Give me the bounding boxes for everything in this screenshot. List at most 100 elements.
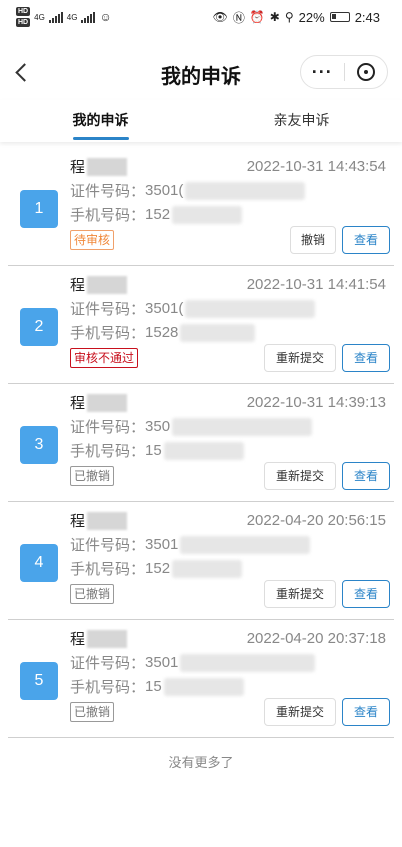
status-badge: 已撤销 <box>70 466 115 486</box>
status-badge: 审核不通过 <box>70 348 139 368</box>
clock: 2:43 <box>354 9 380 25</box>
applicant-name: 程 <box>70 510 128 531</box>
applicant-name-text: 程 <box>70 631 86 648</box>
phone-number-row: 手机号码： 152 <box>70 558 243 579</box>
applicant-name: 程 <box>70 274 128 295</box>
id-number-label: 证件号码： <box>70 655 146 672</box>
resubmit-button[interactable]: 重新提交 <box>264 698 336 726</box>
applicant-name: 程 <box>70 628 128 649</box>
id-number-value: 350 <box>145 418 171 435</box>
signal-icon <box>81 11 96 23</box>
tab-bar: 我的申诉 亲友申诉 <box>0 100 402 142</box>
phone-number-row: 手机号码： 152 <box>70 204 243 225</box>
nav-bar: 我的申诉 ··· <box>0 44 402 100</box>
status-right: 👁 Ⓝ ⏰ ✱ ⚲ 22% 2:43 <box>213 9 380 26</box>
phone-number-value: 15 <box>145 678 162 695</box>
list-item[interactable]: 2 程 2022-10-31 14:41:54 证件号码： 3501( 手机号码… <box>8 266 394 384</box>
id-number-row: 证件号码： 350 <box>70 416 313 437</box>
submit-time: 2022-04-20 20:56:15 <box>246 512 386 529</box>
app-notification-icon: ☺ <box>99 9 112 24</box>
submit-time: 2022-04-20 20:37:18 <box>246 630 386 647</box>
item-index: 1 <box>20 190 58 228</box>
status-badge: 已撤销 <box>70 702 115 722</box>
redacted-mask <box>87 511 128 530</box>
redacted-mask <box>180 323 256 342</box>
list-item[interactable]: 4 程 2022-04-20 20:56:15 证件号码： 3501 手机号码：… <box>8 502 394 620</box>
item-index: 5 <box>20 662 58 700</box>
alarm-icon: ⏰ <box>249 10 265 24</box>
more-icon[interactable]: ··· <box>301 62 344 83</box>
resubmit-button[interactable]: 重新提交 <box>264 344 336 372</box>
view-button[interactable]: 查看 <box>342 580 390 608</box>
revoke-button[interactable]: 撤销 <box>290 226 336 254</box>
list-end-text: 没有更多了 <box>168 755 234 770</box>
phone-number-label: 手机号码： <box>70 443 146 460</box>
resubmit-button[interactable]: 重新提交 <box>264 462 336 490</box>
status-left: HD HD 4G 4G ☺ <box>16 7 112 27</box>
list-item[interactable]: 5 程 2022-04-20 20:37:18 证件号码： 3501 手机号码：… <box>8 620 394 738</box>
close-icon[interactable] <box>344 63 387 81</box>
id-number-label: 证件号码： <box>70 537 146 554</box>
network-label: 4G <box>66 12 78 22</box>
mini-program-capsule: ··· <box>300 55 388 89</box>
network-label: 4G <box>34 12 45 22</box>
redacted-mask <box>180 653 316 672</box>
phone-number-row: 手机号码： 1528 <box>70 322 256 343</box>
phone-number-label: 手机号码： <box>70 325 146 342</box>
location-icon: ⚲ <box>284 10 294 24</box>
redacted-mask <box>87 275 128 294</box>
submit-time: 2022-10-31 14:39:13 <box>246 394 386 411</box>
phone-number-row: 手机号码： 15 <box>70 440 244 461</box>
bluetooth-icon: ✱ <box>269 10 280 24</box>
resubmit-button[interactable]: 重新提交 <box>264 580 336 608</box>
item-index: 2 <box>20 308 58 346</box>
tab-family-appeals[interactable]: 亲友申诉 <box>201 100 402 142</box>
phone-number-label: 手机号码： <box>70 561 146 578</box>
applicant-name: 程 <box>70 156 128 177</box>
item-index: 4 <box>20 544 58 582</box>
submit-time: 2022-10-31 14:43:54 <box>246 158 386 175</box>
redacted-mask <box>163 677 244 696</box>
list-item[interactable]: 1 程 2022-10-31 14:43:54 证件号码： 3501( 手机号码… <box>8 148 394 266</box>
phone-number-value: 152 <box>145 206 171 223</box>
status-bar: HD HD 4G 4G ☺ 👁 Ⓝ ⏰ ✱ ⚲ 22% 2:43 <box>0 0 402 34</box>
hd-badge: HD <box>16 18 31 27</box>
list-item[interactable]: 3 程 2022-10-31 14:39:13 证件号码： 350 手机号码： … <box>8 384 394 502</box>
view-button[interactable]: 查看 <box>342 226 390 254</box>
redacted-mask <box>172 417 313 436</box>
phone-number-value: 152 <box>145 560 171 577</box>
redacted-mask <box>87 157 128 176</box>
item-index: 3 <box>20 426 58 464</box>
id-number-value: 3501( <box>145 300 184 317</box>
view-button[interactable]: 查看 <box>342 698 390 726</box>
applicant-name-text: 程 <box>70 395 86 412</box>
battery-icon <box>329 12 350 22</box>
id-number-row: 证件号码： 3501( <box>70 180 306 201</box>
applicant-name-text: 程 <box>70 277 86 294</box>
phone-number-row: 手机号码： 15 <box>70 676 244 697</box>
view-button[interactable]: 查看 <box>342 462 390 490</box>
signal-icon <box>48 11 63 23</box>
applicant-name-text: 程 <box>70 513 86 530</box>
id-number-label: 证件号码： <box>70 301 146 318</box>
battery-percent: 22% <box>298 9 325 25</box>
eye-icon: 👁 <box>212 10 228 24</box>
id-number-value: 3501 <box>145 536 179 553</box>
redacted-mask <box>172 205 243 224</box>
hd-badge: HD <box>16 7 31 16</box>
submit-time: 2022-10-31 14:41:54 <box>246 276 386 293</box>
view-button[interactable]: 查看 <box>342 344 390 372</box>
redacted-mask <box>87 629 128 648</box>
nfc-icon: Ⓝ <box>232 10 245 25</box>
appeal-list: 1 程 2022-10-31 14:43:54 证件号码： 3501( 手机号码… <box>0 148 402 738</box>
applicant-name-text: 程 <box>70 159 86 176</box>
status-badge: 已撤销 <box>70 584 115 604</box>
redacted-mask <box>163 441 244 460</box>
phone-number-value: 1528 <box>145 324 179 341</box>
id-number-label: 证件号码： <box>70 183 146 200</box>
tab-my-appeals[interactable]: 我的申诉 <box>0 100 201 142</box>
id-number-label: 证件号码： <box>70 419 146 436</box>
id-number-value: 3501( <box>145 182 184 199</box>
applicant-name: 程 <box>70 392 128 413</box>
id-number-row: 证件号码： 3501 <box>70 534 311 555</box>
